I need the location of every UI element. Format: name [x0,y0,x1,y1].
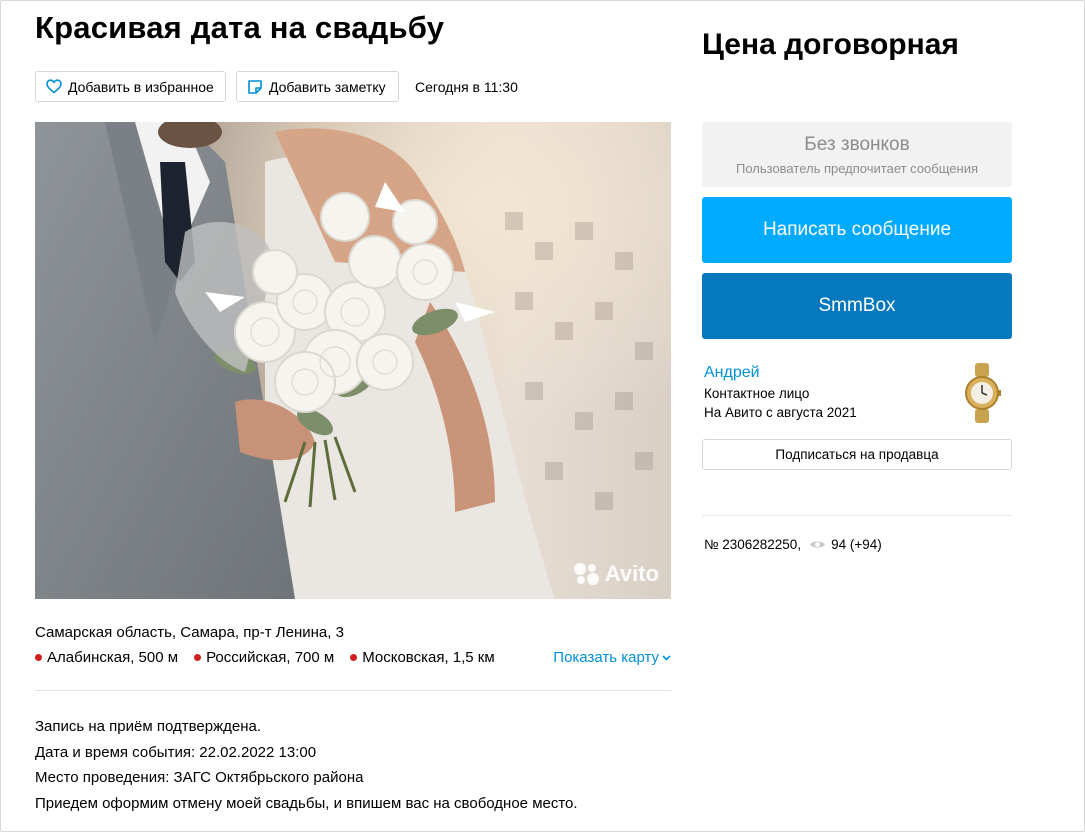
description-line: Место проведения: ЗАГС Октябрьского райо… [35,769,364,786]
metro-station-label: Российская, 700 м [206,649,335,666]
watermark-text: Avito [604,561,659,586]
no-calls-notice: Без звонков Пользователь предпочитает со… [702,122,1012,187]
posted-date: Сегодня в 11:30 [415,78,518,95]
add-to-favorites-label: Добавить в избранное [68,78,214,95]
avatar[interactable] [963,363,1001,423]
seller-name-link[interactable]: Андрей [704,364,857,382]
metro-dot-icon [194,654,202,661]
metro-dot-icon [35,654,42,661]
metro-station: Российская, 700 м [194,649,334,666]
avito-logo-icon [573,563,599,585]
avito-watermark: Avito [573,561,659,587]
divider [35,690,671,691]
views-count: 94 (+94) [831,537,882,552]
listing-address: Самарская область, Самара, пр-т Ленина, … [35,624,344,641]
metro-dot-icon [350,654,358,661]
seller-role: Контактное лицо [704,386,810,401]
heart-icon [46,79,62,94]
divider [702,515,1012,516]
listing-description: Запись на приём подтверждена. Дата и вре… [35,714,578,816]
add-to-favorites-button[interactable]: Добавить в избранное [35,71,226,102]
add-note-label: Добавить заметку [269,78,386,95]
metro-station: Алабинская, 500 м [35,649,178,666]
ad-number: № 2306282250, [704,537,802,552]
show-map-label: Показать карту [553,649,659,666]
no-calls-subtitle: Пользователь предпочитает сообщения [735,161,978,176]
seller-since: На Авито с августа 2021 [704,405,857,420]
write-message-button[interactable]: Написать сообщение [702,197,1012,263]
subscribe-seller-button[interactable]: Подписаться на продавца [702,439,1012,470]
metro-station: Московская, 1,5 км [350,649,495,666]
eye-icon [810,541,826,548]
seller-info: Андрей Контактное лицо На Авито с август… [704,364,857,420]
description-line: Запись на приём подтверждена. [35,718,262,735]
metro-stations: Алабинская, 500 м Российская, 700 м Моск… [35,649,671,666]
description-line: Дата и время события: 22.02.2022 13:00 [35,743,317,761]
note-icon [248,79,262,94]
listing-title: Красивая дата на свадьбу [35,10,445,45]
price: Цена договорная [702,28,959,61]
smmbox-button[interactable]: SmmBox [702,273,1012,339]
chevron-down-icon [662,654,671,661]
add-note-button[interactable]: Добавить заметку [236,71,399,102]
ad-meta: № 2306282250, 94 (+94) [704,537,882,552]
wedding-photo-image [35,122,671,599]
metro-station-label: Алабинская, 500 м [47,649,179,666]
listing-photo[interactable]: Avito [35,122,671,599]
no-calls-title: Без звонков [804,134,910,155]
description-line: Приедем оформим отмену моей свадьбы, и в… [35,794,578,812]
metro-station-label: Московская, 1,5 км [362,649,495,666]
listing-actions: Добавить в избранное Добавить заметку Се… [35,71,518,102]
show-map-link[interactable]: Показать карту [553,649,671,666]
